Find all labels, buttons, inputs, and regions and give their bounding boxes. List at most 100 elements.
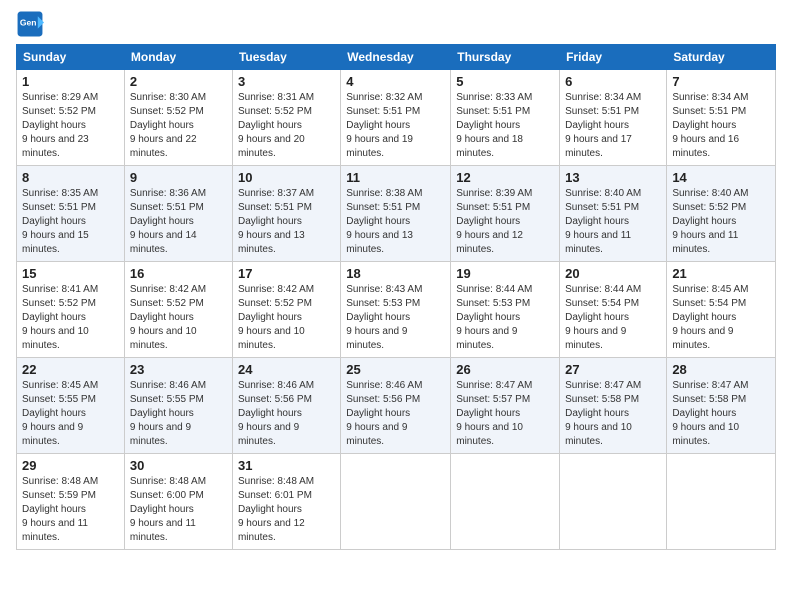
day-number: 15 <box>22 266 119 281</box>
calendar-cell: 7 Sunrise: 8:34 AMSunset: 5:51 PMDaylight… <box>667 70 776 166</box>
calendar-cell: 23 Sunrise: 8:46 AMSunset: 5:55 PMDayligh… <box>124 358 232 454</box>
day-info: Sunrise: 8:29 AMSunset: 5:52 PMDaylight … <box>22 91 119 161</box>
day-info: Sunrise: 8:46 AMSunset: 5:56 PMDaylight … <box>346 379 445 449</box>
day-number: 5 <box>456 74 554 89</box>
calendar-cell: 31 Sunrise: 8:48 AMSunset: 6:01 PMDayligh… <box>232 454 340 550</box>
day-number: 10 <box>238 170 335 185</box>
day-info: Sunrise: 8:31 AMSunset: 5:52 PMDaylight … <box>238 91 335 161</box>
day-info: Sunrise: 8:42 AMSunset: 5:52 PMDaylight … <box>130 283 227 353</box>
calendar-cell: 4 Sunrise: 8:32 AMSunset: 5:51 PMDaylight… <box>341 70 451 166</box>
calendar-cell <box>667 454 776 550</box>
calendar-cell: 6 Sunrise: 8:34 AMSunset: 5:51 PMDaylight… <box>560 70 667 166</box>
day-number: 7 <box>672 74 770 89</box>
day-info: Sunrise: 8:46 AMSunset: 5:56 PMDaylight … <box>238 379 335 449</box>
day-info: Sunrise: 8:42 AMSunset: 5:52 PMDaylight … <box>238 283 335 353</box>
day-number: 27 <box>565 362 661 377</box>
calendar-cell: 9Sunrise: 8:36 AMSunset: 5:51 PMDaylight… <box>124 166 232 262</box>
calendar-cell: 24 Sunrise: 8:46 AMSunset: 5:56 PMDayligh… <box>232 358 340 454</box>
calendar-cell: 12 Sunrise: 8:39 AMSunset: 5:51 PMDayligh… <box>451 166 560 262</box>
calendar-cell: 25Sunrise: 8:46 AMSunset: 5:56 PMDayligh… <box>341 358 451 454</box>
header-day-wednesday: Wednesday <box>341 45 451 70</box>
day-number: 28 <box>672 362 770 377</box>
calendar-cell: 28 Sunrise: 8:47 AMSunset: 5:58 PMDayligh… <box>667 358 776 454</box>
day-number: 6 <box>565 74 661 89</box>
calendar-cell: 10 Sunrise: 8:37 AMSunset: 5:51 PMDayligh… <box>232 166 340 262</box>
day-number: 4 <box>346 74 445 89</box>
logo: Gen <box>16 10 48 38</box>
day-info: Sunrise: 8:44 AMSunset: 5:54 PMDaylight … <box>565 283 661 353</box>
calendar-cell: 29 Sunrise: 8:48 AMSunset: 5:59 PMDayligh… <box>17 454 125 550</box>
day-number: 20 <box>565 266 661 281</box>
day-number: 23 <box>130 362 227 377</box>
calendar-cell: 16 Sunrise: 8:42 AMSunset: 5:52 PMDayligh… <box>124 262 232 358</box>
calendar-week-row: 29 Sunrise: 8:48 AMSunset: 5:59 PMDayligh… <box>17 454 776 550</box>
day-info: Sunrise: 8:47 AMSunset: 5:58 PMDaylight … <box>565 379 661 449</box>
calendar-header-row: SundayMondayTuesdayWednesdayThursdayFrid… <box>17 45 776 70</box>
day-info: Sunrise: 8:37 AMSunset: 5:51 PMDaylight … <box>238 187 335 257</box>
day-info: Sunrise: 8:48 AMSunset: 6:01 PMDaylight … <box>238 475 335 545</box>
calendar-cell: 14 Sunrise: 8:40 AMSunset: 5:52 PMDayligh… <box>667 166 776 262</box>
day-number: 26 <box>456 362 554 377</box>
day-number: 11 <box>346 170 445 185</box>
day-number: 2 <box>130 74 227 89</box>
calendar-week-row: 8 Sunrise: 8:35 AMSunset: 5:51 PMDaylight… <box>17 166 776 262</box>
day-number: 22 <box>22 362 119 377</box>
day-info: Sunrise: 8:38 AMSunset: 5:51 PMDaylight … <box>346 187 445 257</box>
day-info: Sunrise: 8:36 AMSunset: 5:51 PMDaylight … <box>130 187 227 257</box>
day-number: 13 <box>565 170 661 185</box>
day-info: Sunrise: 8:40 AMSunset: 5:51 PMDaylight … <box>565 187 661 257</box>
calendar-cell: 27 Sunrise: 8:47 AMSunset: 5:58 PMDayligh… <box>560 358 667 454</box>
calendar-cell: 30Sunrise: 8:48 AMSunset: 6:00 PMDayligh… <box>124 454 232 550</box>
day-number: 18 <box>346 266 445 281</box>
calendar-cell: 13 Sunrise: 8:40 AMSunset: 5:51 PMDayligh… <box>560 166 667 262</box>
calendar-cell: 17 Sunrise: 8:42 AMSunset: 5:52 PMDayligh… <box>232 262 340 358</box>
day-number: 17 <box>238 266 335 281</box>
day-number: 8 <box>22 170 119 185</box>
calendar-cell: 20 Sunrise: 8:44 AMSunset: 5:54 PMDayligh… <box>560 262 667 358</box>
calendar-table: SundayMondayTuesdayWednesdayThursdayFrid… <box>16 44 776 550</box>
day-info: Sunrise: 8:47 AMSunset: 5:58 PMDaylight … <box>672 379 770 449</box>
header-day-thursday: Thursday <box>451 45 560 70</box>
day-info: Sunrise: 8:46 AMSunset: 5:55 PMDaylight … <box>130 379 227 449</box>
calendar-cell: 22 Sunrise: 8:45 AMSunset: 5:55 PMDayligh… <box>17 358 125 454</box>
day-info: Sunrise: 8:35 AMSunset: 5:51 PMDaylight … <box>22 187 119 257</box>
day-info: Sunrise: 8:33 AMSunset: 5:51 PMDaylight … <box>456 91 554 161</box>
day-info: Sunrise: 8:47 AMSunset: 5:57 PMDaylight … <box>456 379 554 449</box>
calendar-week-row: 15 Sunrise: 8:41 AMSunset: 5:52 PMDayligh… <box>17 262 776 358</box>
day-number: 14 <box>672 170 770 185</box>
day-info: Sunrise: 8:45 AMSunset: 5:55 PMDaylight … <box>22 379 119 449</box>
day-info: Sunrise: 8:44 AMSunset: 5:53 PMDaylight … <box>456 283 554 353</box>
day-info: Sunrise: 8:32 AMSunset: 5:51 PMDaylight … <box>346 91 445 161</box>
calendar-cell <box>451 454 560 550</box>
logo-icon: Gen <box>16 10 44 38</box>
day-number: 29 <box>22 458 119 473</box>
day-info: Sunrise: 8:34 AMSunset: 5:51 PMDaylight … <box>672 91 770 161</box>
day-number: 16 <box>130 266 227 281</box>
day-info: Sunrise: 8:30 AMSunset: 5:52 PMDaylight … <box>130 91 227 161</box>
calendar-cell: 5 Sunrise: 8:33 AMSunset: 5:51 PMDaylight… <box>451 70 560 166</box>
day-info: Sunrise: 8:39 AMSunset: 5:51 PMDaylight … <box>456 187 554 257</box>
header-day-saturday: Saturday <box>667 45 776 70</box>
day-number: 21 <box>672 266 770 281</box>
day-number: 3 <box>238 74 335 89</box>
calendar-cell: 8 Sunrise: 8:35 AMSunset: 5:51 PMDaylight… <box>17 166 125 262</box>
day-info: Sunrise: 8:40 AMSunset: 5:52 PMDaylight … <box>672 187 770 257</box>
calendar-cell: 26 Sunrise: 8:47 AMSunset: 5:57 PMDayligh… <box>451 358 560 454</box>
calendar-cell: 18 Sunrise: 8:43 AMSunset: 5:53 PMDayligh… <box>341 262 451 358</box>
calendar-cell: 11 Sunrise: 8:38 AMSunset: 5:51 PMDayligh… <box>341 166 451 262</box>
day-number: 19 <box>456 266 554 281</box>
day-number: 31 <box>238 458 335 473</box>
header-day-tuesday: Tuesday <box>232 45 340 70</box>
day-info: Sunrise: 8:45 AMSunset: 5:54 PMDaylight … <box>672 283 770 353</box>
svg-text:Gen: Gen <box>20 18 37 28</box>
day-info: Sunrise: 8:41 AMSunset: 5:52 PMDaylight … <box>22 283 119 353</box>
day-number: 24 <box>238 362 335 377</box>
day-info: Sunrise: 8:48 AMSunset: 5:59 PMDaylight … <box>22 475 119 545</box>
calendar-page: Gen SundayMondayTuesdayWednesdayThursday… <box>0 0 792 612</box>
day-info: Sunrise: 8:34 AMSunset: 5:51 PMDaylight … <box>565 91 661 161</box>
calendar-week-row: 1Sunrise: 8:29 AMSunset: 5:52 PMDaylight… <box>17 70 776 166</box>
day-number: 12 <box>456 170 554 185</box>
day-number: 30 <box>130 458 227 473</box>
day-info: Sunrise: 8:43 AMSunset: 5:53 PMDaylight … <box>346 283 445 353</box>
calendar-cell: 15 Sunrise: 8:41 AMSunset: 5:52 PMDayligh… <box>17 262 125 358</box>
